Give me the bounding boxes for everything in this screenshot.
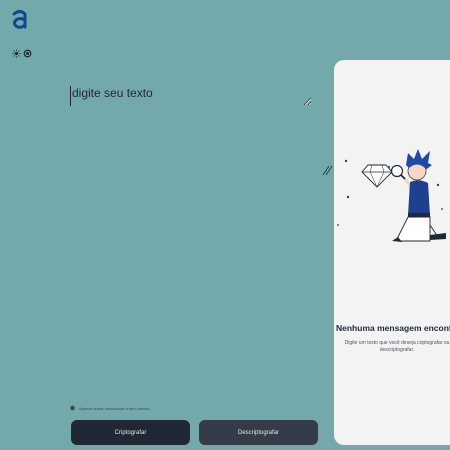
info-icon bbox=[70, 405, 75, 411]
hint-text: Apenas letras minúsculas e sem acento. bbox=[79, 405, 151, 411]
message-input[interactable] bbox=[70, 86, 312, 106]
output-panel: Nenhuma mensagem encontrada Digite um te… bbox=[334, 60, 450, 445]
sun-icon[interactable] bbox=[12, 45, 21, 63]
theme-toggle[interactable] bbox=[12, 45, 32, 63]
input-hint: Apenas letras minúsculas e sem acento. bbox=[70, 405, 151, 411]
encrypt-button[interactable]: Criptografar bbox=[71, 420, 190, 445]
person-with-magnifier-and-diamond-illustration bbox=[337, 149, 446, 242]
moon-icon[interactable] bbox=[23, 45, 32, 63]
output-empty-title: Nenhuma mensagem encontrada bbox=[336, 323, 450, 333]
decrypt-button[interactable]: Descriptografar bbox=[199, 420, 318, 445]
resize-handle-icon bbox=[322, 165, 333, 176]
output-empty-description: Digite um texto que você deseja criptogr… bbox=[344, 340, 450, 353]
alura-logo-icon[interactable] bbox=[11, 8, 29, 30]
